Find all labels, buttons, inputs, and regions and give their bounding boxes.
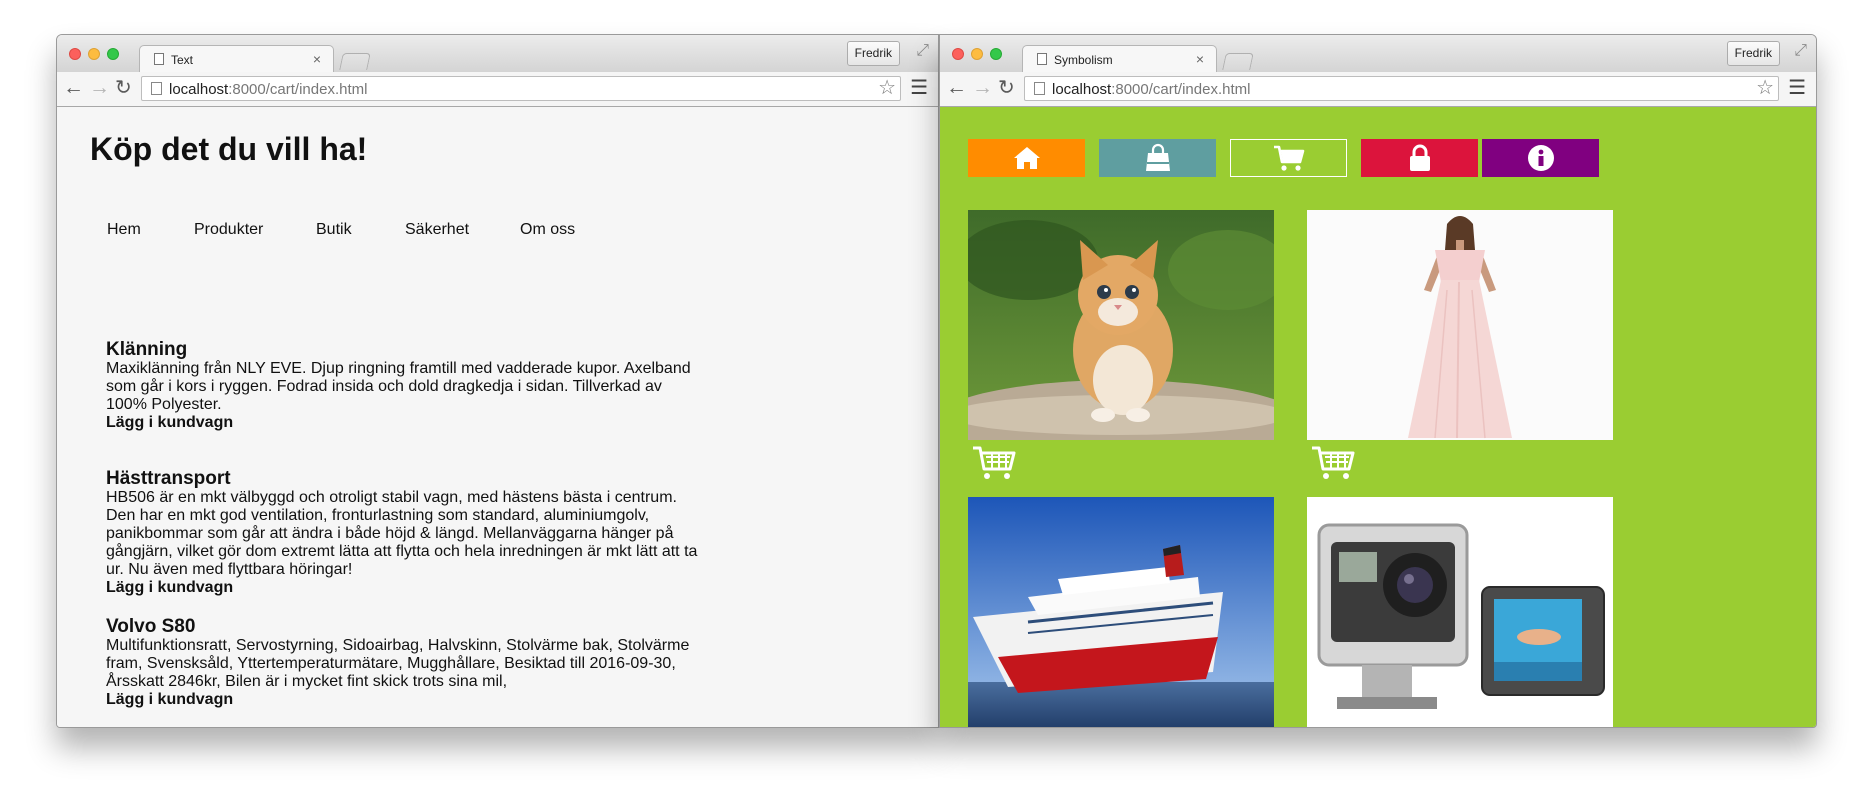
nav-security-button[interactable] bbox=[1361, 139, 1478, 177]
tab-title: Symbolism bbox=[1054, 53, 1113, 67]
browser-toolbar: ← → ↻ localhost:8000/cart/index.html ☆ ☰ bbox=[57, 72, 938, 107]
page-icon bbox=[154, 53, 164, 65]
product-description-line: HB506 är en mkt välbyggd och otroligt st… bbox=[106, 489, 677, 506]
add-to-cart-icon[interactable] bbox=[1311, 445, 1355, 481]
page-content: Köp det du vill ha! Hem Produkter Butik … bbox=[57, 107, 938, 727]
page-content bbox=[940, 107, 1816, 727]
tab-symbolism[interactable]: Symbolism × bbox=[1022, 45, 1217, 72]
reload-icon[interactable]: ↻ bbox=[115, 76, 132, 100]
nav-link-om-oss[interactable]: Om oss bbox=[520, 221, 575, 239]
product-description-line: 100% Polyester. bbox=[106, 396, 222, 413]
product-image-kitten[interactable] bbox=[968, 210, 1274, 440]
product-name: Volvo S80 bbox=[106, 616, 196, 637]
lock-icon bbox=[1409, 144, 1430, 171]
menu-icon[interactable]: ☰ bbox=[910, 77, 928, 99]
nav-cart-button[interactable] bbox=[1230, 139, 1347, 177]
add-to-cart-link[interactable]: Lägg i kundvagn bbox=[106, 414, 706, 432]
browser-window-text: Text × Fredrik ⤢ ← → ↻ localhost:8000/ca… bbox=[56, 34, 939, 728]
nav-info-button[interactable] bbox=[1482, 139, 1599, 177]
bookmark-star-icon[interactable]: ☆ bbox=[878, 78, 896, 98]
tab-text[interactable]: Text × bbox=[139, 45, 334, 72]
home-icon bbox=[1013, 147, 1040, 169]
add-to-cart-icon[interactable] bbox=[972, 445, 1016, 481]
nav-home-button[interactable] bbox=[968, 139, 1085, 177]
close-tab-icon[interactable]: × bbox=[313, 51, 321, 67]
info-icon bbox=[1527, 145, 1554, 171]
product-description-line: Maxiklänning från NLY EVE. Djup ringning… bbox=[106, 360, 691, 377]
address-bar[interactable]: localhost:8000/cart/index.html ☆ bbox=[141, 76, 901, 101]
cart-icon bbox=[1273, 145, 1304, 171]
fullscreen-icon[interactable]: ⤢ bbox=[916, 42, 929, 60]
page-icon bbox=[151, 82, 162, 95]
close-tab-icon[interactable]: × bbox=[1196, 51, 1204, 67]
product-description-line: panikbommar som går att ändra i både höj… bbox=[106, 525, 674, 542]
fullscreen-icon[interactable]: ⤢ bbox=[1794, 42, 1807, 60]
url-text: localhost:8000/cart/index.html bbox=[1052, 81, 1251, 98]
menu-icon[interactable]: ☰ bbox=[1788, 77, 1806, 99]
page-icon bbox=[1037, 53, 1047, 65]
product-image-ship[interactable] bbox=[968, 497, 1274, 727]
product-description-line: Årsskatt 2846kr, Bilen är i mycket fint … bbox=[106, 673, 508, 690]
nav-link-sakerhet[interactable]: Säkerhet bbox=[405, 221, 469, 239]
nav-products-button[interactable] bbox=[1099, 139, 1216, 177]
product-description-line: ur. Nu även med flyttbara höringar! bbox=[106, 561, 353, 578]
product-name: Klänning bbox=[106, 339, 188, 360]
browser-window-symbolism: Symbolism × Fredrik ⤢ ← → ↻ localhost:80… bbox=[939, 34, 1817, 728]
add-to-cart-link[interactable]: Lägg i kundvagn bbox=[106, 691, 706, 709]
minimize-window-button[interactable] bbox=[971, 48, 983, 60]
new-tab-button[interactable] bbox=[339, 53, 371, 70]
nav-link-hem[interactable]: Hem bbox=[107, 221, 141, 239]
minimize-window-button[interactable] bbox=[88, 48, 100, 60]
product-item: Klänning Maxiklänning från NLY EVE. Djup… bbox=[106, 340, 706, 432]
tab-title: Text bbox=[171, 53, 194, 67]
product-description-line: som går i kors i ryggen. Fodrad insida o… bbox=[106, 378, 662, 395]
product-item: Volvo S80 Multifunktionsratt, Servostyrn… bbox=[106, 617, 706, 709]
browser-toolbar: ← → ↻ localhost:8000/cart/index.html ☆ ☰ bbox=[940, 72, 1816, 107]
reload-icon[interactable]: ↻ bbox=[998, 76, 1015, 100]
back-arrow-icon[interactable]: ← bbox=[946, 76, 967, 100]
product-description-line: Den har en mkt god ventilation, fronturl… bbox=[106, 507, 650, 524]
tab-strip: Text × Fredrik ⤢ bbox=[57, 35, 938, 72]
profile-button[interactable]: Fredrik bbox=[846, 41, 900, 66]
address-bar[interactable]: localhost:8000/cart/index.html ☆ bbox=[1024, 76, 1779, 101]
close-window-button[interactable] bbox=[952, 48, 964, 60]
product-name: Hästtransport bbox=[106, 468, 231, 489]
zoom-window-button[interactable] bbox=[107, 48, 119, 60]
new-tab-button[interactable] bbox=[1222, 53, 1254, 70]
profile-button[interactable]: Fredrik bbox=[1726, 41, 1780, 66]
close-window-button[interactable] bbox=[69, 48, 81, 60]
product-image-camera[interactable] bbox=[1307, 497, 1613, 727]
tab-strip: Symbolism × Fredrik ⤢ bbox=[940, 35, 1816, 72]
page-title: Köp det du vill ha! bbox=[90, 131, 368, 167]
forward-arrow-icon[interactable]: → bbox=[972, 76, 993, 100]
bookmark-star-icon[interactable]: ☆ bbox=[1756, 78, 1774, 98]
product-description-line: gångjärn, vilket gör dom extremt lätta a… bbox=[106, 543, 698, 560]
add-to-cart-link[interactable]: Lägg i kundvagn bbox=[106, 579, 706, 597]
product-description-line: fram, Svensksåld, Yttertemperaturmätare,… bbox=[106, 655, 676, 672]
product-image-dress[interactable] bbox=[1307, 210, 1613, 440]
page-icon bbox=[1034, 82, 1045, 95]
url-text: localhost:8000/cart/index.html bbox=[169, 81, 368, 98]
back-arrow-icon[interactable]: ← bbox=[63, 76, 84, 100]
shopping-bag-icon bbox=[1145, 143, 1170, 171]
zoom-window-button[interactable] bbox=[990, 48, 1002, 60]
product-item: Hästtransport HB506 är en mkt välbyggd o… bbox=[106, 469, 706, 597]
nav-link-produkter[interactable]: Produkter bbox=[194, 221, 263, 239]
forward-arrow-icon[interactable]: → bbox=[89, 76, 110, 100]
product-description-line: Multifunktionsratt, Servostyrning, Sidoa… bbox=[106, 637, 690, 654]
nav-link-butik[interactable]: Butik bbox=[316, 221, 352, 239]
